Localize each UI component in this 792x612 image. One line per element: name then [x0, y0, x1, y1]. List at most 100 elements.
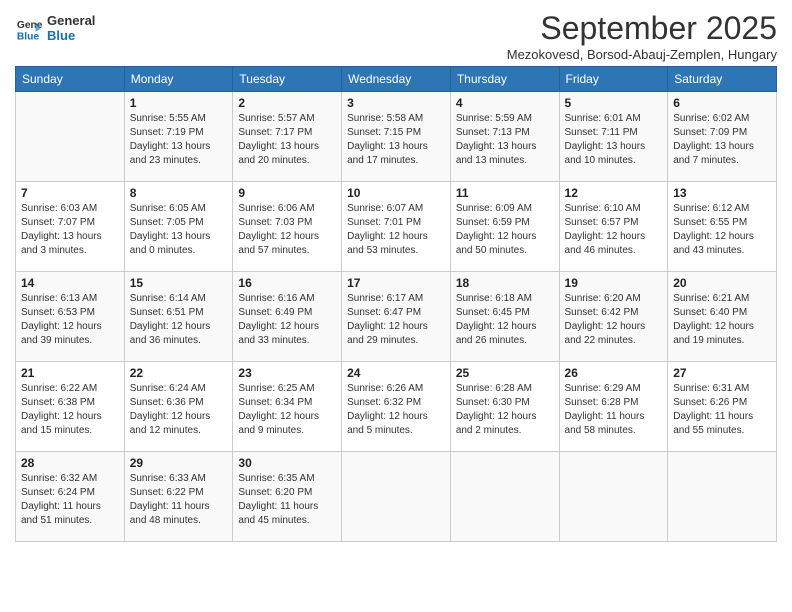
- day-info: Sunrise: 6:33 AM Sunset: 6:22 PM Dayligh…: [130, 472, 228, 528]
- day-info: Sunrise: 6:14 AM Sunset: 6:51 PM Dayligh…: [130, 292, 228, 348]
- calendar-cell: [342, 452, 451, 542]
- day-number: 11: [456, 186, 554, 200]
- day-number: 19: [565, 276, 663, 290]
- calendar-cell: 4 Sunrise: 5:59 AM Sunset: 7:13 PM Daylig…: [450, 92, 559, 182]
- day-info: Sunrise: 6:12 AM Sunset: 6:55 PM Dayligh…: [673, 202, 771, 258]
- title-area: September 2025 Mezokovesd, Borsod-Abauj-…: [507, 10, 777, 62]
- day-number: 20: [673, 276, 771, 290]
- day-number: 25: [456, 366, 554, 380]
- day-info: Sunrise: 5:57 AM Sunset: 7:17 PM Dayligh…: [238, 112, 336, 168]
- day-number: 28: [21, 456, 119, 470]
- day-info: Sunrise: 6:28 AM Sunset: 6:30 PM Dayligh…: [456, 382, 554, 438]
- location-subtitle: Mezokovesd, Borsod-Abauj-Zemplen, Hungar…: [507, 47, 777, 62]
- calendar-week-4: 21 Sunrise: 6:22 AM Sunset: 6:38 PM Dayli…: [16, 362, 777, 452]
- calendar-cell: 22Sunrise: 6:24 AM Sunset: 6:36 PM Dayli…: [124, 362, 233, 452]
- svg-text:Blue: Blue: [17, 31, 40, 42]
- day-info: Sunrise: 6:22 AM Sunset: 6:38 PM Dayligh…: [21, 382, 119, 438]
- calendar-cell: 21 Sunrise: 6:22 AM Sunset: 6:38 PM Dayli…: [16, 362, 125, 452]
- calendar-header-row: SundayMondayTuesdayWednesdayThursdayFrid…: [16, 67, 777, 92]
- calendar-cell: 7 Sunrise: 6:03 AM Sunset: 7:07 PM Daylig…: [16, 182, 125, 272]
- day-number: 17: [347, 276, 445, 290]
- calendar-week-1: 1 Sunrise: 5:55 AM Sunset: 7:19 PM Daylig…: [16, 92, 777, 182]
- calendar-cell: 30Sunrise: 6:35 AM Sunset: 6:20 PM Dayli…: [233, 452, 342, 542]
- calendar-cell: 3Sunrise: 5:58 AM Sunset: 7:15 PM Daylig…: [342, 92, 451, 182]
- day-number: 22: [130, 366, 228, 380]
- calendar-cell: 29 Sunrise: 6:33 AM Sunset: 6:22 PM Dayli…: [124, 452, 233, 542]
- day-info: Sunrise: 5:59 AM Sunset: 7:13 PM Dayligh…: [456, 112, 554, 168]
- header-tuesday: Tuesday: [233, 67, 342, 92]
- logo: General Blue GeneralBlue: [15, 14, 95, 44]
- calendar-cell: 28 Sunrise: 6:32 AM Sunset: 6:24 PM Dayli…: [16, 452, 125, 542]
- header-friday: Friday: [559, 67, 668, 92]
- calendar-cell: [16, 92, 125, 182]
- day-info: Sunrise: 6:18 AM Sunset: 6:45 PM Dayligh…: [456, 292, 554, 348]
- day-info: Sunrise: 6:05 AM Sunset: 7:05 PM Dayligh…: [130, 202, 228, 258]
- day-info: Sunrise: 6:07 AM Sunset: 7:01 PM Dayligh…: [347, 202, 445, 258]
- calendar-cell: 26 Sunrise: 6:29 AM Sunset: 6:28 PM Dayli…: [559, 362, 668, 452]
- calendar-cell: 14Sunrise: 6:13 AM Sunset: 6:53 PM Dayli…: [16, 272, 125, 362]
- calendar-cell: 10 Sunrise: 6:07 AM Sunset: 7:01 PM Dayli…: [342, 182, 451, 272]
- day-info: Sunrise: 6:17 AM Sunset: 6:47 PM Dayligh…: [347, 292, 445, 348]
- calendar-cell: 20Sunrise: 6:21 AM Sunset: 6:40 PM Dayli…: [668, 272, 777, 362]
- day-number: 21: [21, 366, 119, 380]
- day-number: 30: [238, 456, 336, 470]
- day-number: 8: [130, 186, 228, 200]
- day-number: 23: [238, 366, 336, 380]
- logo-text: GeneralBlue: [47, 14, 95, 44]
- logo-icon: General Blue: [15, 15, 43, 43]
- calendar-week-2: 7 Sunrise: 6:03 AM Sunset: 7:07 PM Daylig…: [16, 182, 777, 272]
- month-title: September 2025: [507, 10, 777, 47]
- day-info: Sunrise: 5:55 AM Sunset: 7:19 PM Dayligh…: [130, 112, 228, 168]
- day-number: 15: [130, 276, 228, 290]
- calendar-cell: [668, 452, 777, 542]
- day-info: Sunrise: 6:02 AM Sunset: 7:09 PM Dayligh…: [673, 112, 771, 168]
- calendar-cell: 12Sunrise: 6:10 AM Sunset: 6:57 PM Dayli…: [559, 182, 668, 272]
- day-number: 1: [130, 96, 228, 110]
- calendar-cell: 11 Sunrise: 6:09 AM Sunset: 6:59 PM Dayli…: [450, 182, 559, 272]
- day-info: Sunrise: 5:58 AM Sunset: 7:15 PM Dayligh…: [347, 112, 445, 168]
- day-number: 29: [130, 456, 228, 470]
- calendar-cell: 8 Sunrise: 6:05 AM Sunset: 7:05 PM Daylig…: [124, 182, 233, 272]
- day-number: 26: [565, 366, 663, 380]
- calendar-cell: 1 Sunrise: 5:55 AM Sunset: 7:19 PM Daylig…: [124, 92, 233, 182]
- day-info: Sunrise: 6:16 AM Sunset: 6:49 PM Dayligh…: [238, 292, 336, 348]
- calendar-cell: 15 Sunrise: 6:14 AM Sunset: 6:51 PM Dayli…: [124, 272, 233, 362]
- day-number: 10: [347, 186, 445, 200]
- calendar-cell: 5 Sunrise: 6:01 AM Sunset: 7:11 PM Daylig…: [559, 92, 668, 182]
- day-info: Sunrise: 6:32 AM Sunset: 6:24 PM Dayligh…: [21, 472, 119, 528]
- header: General Blue GeneralBlue September 2025 …: [15, 10, 777, 62]
- calendar-cell: 13Sunrise: 6:12 AM Sunset: 6:55 PM Dayli…: [668, 182, 777, 272]
- calendar-cell: 27 Sunrise: 6:31 AM Sunset: 6:26 PM Dayli…: [668, 362, 777, 452]
- calendar-cell: [559, 452, 668, 542]
- calendar-table: SundayMondayTuesdayWednesdayThursdayFrid…: [15, 66, 777, 542]
- day-number: 24: [347, 366, 445, 380]
- day-info: Sunrise: 6:13 AM Sunset: 6:53 PM Dayligh…: [21, 292, 119, 348]
- day-number: 7: [21, 186, 119, 200]
- day-number: 27: [673, 366, 771, 380]
- calendar-cell: 24 Sunrise: 6:26 AM Sunset: 6:32 PM Dayli…: [342, 362, 451, 452]
- day-number: 5: [565, 96, 663, 110]
- calendar-cell: 19 Sunrise: 6:20 AM Sunset: 6:42 PM Dayli…: [559, 272, 668, 362]
- day-info: Sunrise: 6:29 AM Sunset: 6:28 PM Dayligh…: [565, 382, 663, 438]
- day-info: Sunrise: 6:01 AM Sunset: 7:11 PM Dayligh…: [565, 112, 663, 168]
- day-info: Sunrise: 6:09 AM Sunset: 6:59 PM Dayligh…: [456, 202, 554, 258]
- day-number: 6: [673, 96, 771, 110]
- calendar-week-3: 14Sunrise: 6:13 AM Sunset: 6:53 PM Dayli…: [16, 272, 777, 362]
- calendar-cell: 16 Sunrise: 6:16 AM Sunset: 6:49 PM Dayli…: [233, 272, 342, 362]
- day-number: 4: [456, 96, 554, 110]
- header-thursday: Thursday: [450, 67, 559, 92]
- header-monday: Monday: [124, 67, 233, 92]
- day-number: 2: [238, 96, 336, 110]
- calendar-cell: 6 Sunrise: 6:02 AM Sunset: 7:09 PM Daylig…: [668, 92, 777, 182]
- day-info: Sunrise: 6:03 AM Sunset: 7:07 PM Dayligh…: [21, 202, 119, 258]
- calendar-cell: 25 Sunrise: 6:28 AM Sunset: 6:30 PM Dayli…: [450, 362, 559, 452]
- day-number: 16: [238, 276, 336, 290]
- day-number: 18: [456, 276, 554, 290]
- day-info: Sunrise: 6:26 AM Sunset: 6:32 PM Dayligh…: [347, 382, 445, 438]
- header-wednesday: Wednesday: [342, 67, 451, 92]
- day-number: 12: [565, 186, 663, 200]
- day-info: Sunrise: 6:31 AM Sunset: 6:26 PM Dayligh…: [673, 382, 771, 438]
- day-info: Sunrise: 6:20 AM Sunset: 6:42 PM Dayligh…: [565, 292, 663, 348]
- calendar-cell: 18 Sunrise: 6:18 AM Sunset: 6:45 PM Dayli…: [450, 272, 559, 362]
- calendar-cell: 2 Sunrise: 5:57 AM Sunset: 7:17 PM Daylig…: [233, 92, 342, 182]
